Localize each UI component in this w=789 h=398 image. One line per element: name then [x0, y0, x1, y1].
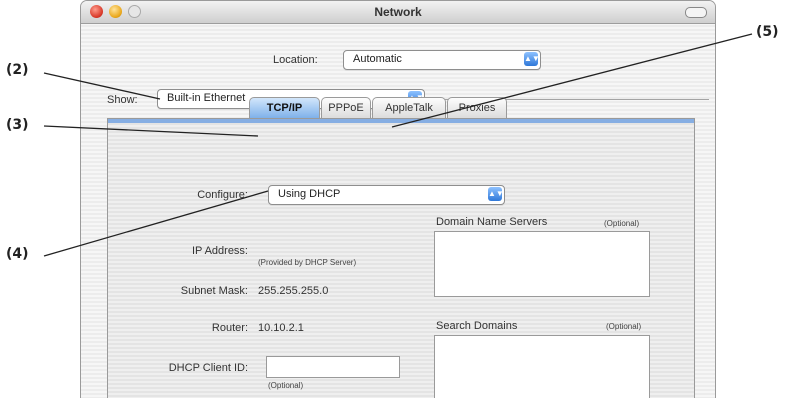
dns-note: (Optional)	[604, 219, 640, 228]
callout-2: (2)	[6, 62, 29, 78]
title-bar: Network	[81, 1, 715, 24]
popup-arrows-icon: ▲▼	[524, 52, 540, 66]
location-value: Automatic	[353, 53, 402, 65]
search-domains-textarea[interactable]	[434, 335, 650, 398]
dhcp-client-id-input[interactable]	[266, 356, 400, 378]
callout-5: (5)	[756, 24, 779, 40]
location-label: Location:	[273, 54, 318, 66]
show-label: Show:	[107, 94, 138, 106]
router-label: Router:	[211, 322, 248, 334]
tcpip-panel: Configure: Using DHCP ▲▼ IP Address: (Pr…	[107, 118, 695, 398]
toolbar-toggle-button[interactable]	[685, 7, 707, 18]
dns-servers-textarea[interactable]	[434, 231, 650, 297]
show-value: Built-in Ethernet	[167, 92, 246, 104]
window-title: Network	[374, 5, 422, 19]
tab-pppoe[interactable]: PPPoE	[321, 97, 371, 118]
popup-arrows-icon: ▲▼	[488, 187, 504, 201]
subnet-mask-value: 255.255.255.0	[258, 285, 329, 297]
callout-3: (3)	[6, 117, 29, 133]
router-value: 10.10.2.1	[258, 322, 304, 334]
dhcp-client-id-label: DHCP Client ID:	[168, 362, 248, 374]
ip-address-note: (Provided by DHCP Server)	[258, 258, 357, 267]
tab-tcpip[interactable]: TCP/IP	[249, 97, 320, 118]
tab-proxies[interactable]: Proxies	[447, 97, 507, 118]
configure-value: Using DHCP	[278, 188, 341, 200]
search-domains-label: Search Domains	[436, 320, 518, 332]
panel-top-bar	[108, 119, 694, 123]
location-popup[interactable]: Automatic ▲▼	[343, 50, 541, 70]
search-domains-note: (Optional)	[606, 322, 642, 331]
subnet-mask-label: Subnet Mask:	[180, 285, 248, 297]
dhcp-client-id-note: (Optional)	[268, 381, 304, 390]
configure-popup[interactable]: Using DHCP ▲▼	[268, 185, 505, 205]
callout-4: (4)	[6, 246, 29, 262]
tab-appletalk[interactable]: AppleTalk	[372, 97, 446, 118]
dns-label: Domain Name Servers	[436, 216, 548, 228]
configure-label: Configure:	[197, 189, 248, 201]
network-window: Network Location: Automatic ▲▼ Show: Bui…	[80, 0, 716, 398]
ip-address-label: IP Address:	[191, 245, 248, 257]
